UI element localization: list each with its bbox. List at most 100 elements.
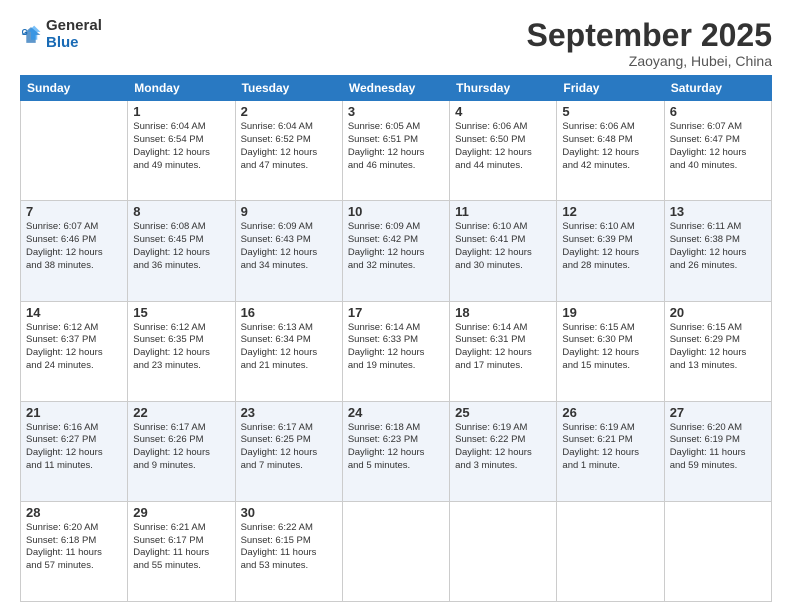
day-info: Sunrise: 6:04 AM Sunset: 6:52 PM Dayligh… (241, 121, 337, 172)
day-info: Sunrise: 6:14 AM Sunset: 6:31 PM Dayligh… (455, 322, 551, 373)
day-info: Sunrise: 6:19 AM Sunset: 6:22 PM Dayligh… (455, 422, 551, 473)
calendar-cell: 26 Sunrise: 6:19 AM Sunset: 6:21 PM Dayli… (557, 401, 664, 501)
day-info: Sunrise: 6:17 AM Sunset: 6:26 PM Dayligh… (133, 422, 229, 473)
calendar-cell: 19 Sunrise: 6:15 AM Sunset: 6:30 PM Dayli… (557, 301, 664, 401)
calendar-cell (557, 501, 664, 601)
day-number: 13 (670, 204, 766, 219)
day-number: 1 (133, 104, 229, 119)
day-number: 23 (241, 405, 337, 420)
day-number: 26 (562, 405, 658, 420)
weekday-header: Monday (128, 76, 235, 101)
day-info: Sunrise: 6:06 AM Sunset: 6:50 PM Dayligh… (455, 121, 551, 172)
day-info: Sunrise: 6:16 AM Sunset: 6:27 PM Dayligh… (26, 422, 122, 473)
day-info: Sunrise: 6:22 AM Sunset: 6:15 PM Dayligh… (241, 522, 337, 573)
weekday-header: Wednesday (342, 76, 449, 101)
day-info: Sunrise: 6:07 AM Sunset: 6:46 PM Dayligh… (26, 221, 122, 272)
day-info: Sunrise: 6:10 AM Sunset: 6:39 PM Dayligh… (562, 221, 658, 272)
calendar-cell: 28 Sunrise: 6:20 AM Sunset: 6:18 PM Dayli… (21, 501, 128, 601)
day-number: 10 (348, 204, 444, 219)
calendar-cell (342, 501, 449, 601)
calendar-cell: 1 Sunrise: 6:04 AM Sunset: 6:54 PM Daylig… (128, 101, 235, 201)
weekday-header: Tuesday (235, 76, 342, 101)
calendar-cell: 24 Sunrise: 6:18 AM Sunset: 6:23 PM Dayli… (342, 401, 449, 501)
day-info: Sunrise: 6:12 AM Sunset: 6:37 PM Dayligh… (26, 322, 122, 373)
day-info: Sunrise: 6:18 AM Sunset: 6:23 PM Dayligh… (348, 422, 444, 473)
day-info: Sunrise: 6:13 AM Sunset: 6:34 PM Dayligh… (241, 322, 337, 373)
day-number: 4 (455, 104, 551, 119)
calendar-cell: 18Sunrise: 6:14 AM Sunset: 6:31 PM Dayli… (450, 301, 557, 401)
weekday-header: Sunday (21, 76, 128, 101)
day-info: Sunrise: 6:09 AM Sunset: 6:42 PM Dayligh… (348, 221, 444, 272)
calendar-cell: 8 Sunrise: 6:08 AM Sunset: 6:45 PM Daylig… (128, 201, 235, 301)
calendar-cell: 11 Sunrise: 6:10 AM Sunset: 6:41 PM Dayli… (450, 201, 557, 301)
day-info: Sunrise: 6:12 AM Sunset: 6:35 PM Dayligh… (133, 322, 229, 373)
day-number: 20 (670, 305, 766, 320)
weekday-header: Thursday (450, 76, 557, 101)
day-info: Sunrise: 6:19 AM Sunset: 6:21 PM Dayligh… (562, 422, 658, 473)
title-block: September 2025 Zaoyang, Hubei, China (527, 18, 772, 69)
logo-line2: Blue (46, 35, 102, 52)
day-number: 2 (241, 104, 337, 119)
day-number: 3 (348, 104, 444, 119)
calendar-cell: 13 Sunrise: 6:11 AM Sunset: 6:38 PM Dayli… (664, 201, 771, 301)
day-info: Sunrise: 6:07 AM Sunset: 6:47 PM Dayligh… (670, 121, 766, 172)
calendar-cell: 6 Sunrise: 6:07 AM Sunset: 6:47 PM Daylig… (664, 101, 771, 201)
day-number: 8 (133, 204, 229, 219)
day-number: 11 (455, 204, 551, 219)
month-title: September 2025 (527, 18, 772, 53)
logo-icon: G (20, 24, 42, 46)
calendar-cell (21, 101, 128, 201)
calendar-cell: 10 Sunrise: 6:09 AM Sunset: 6:42 PM Dayli… (342, 201, 449, 301)
calendar-cell: 29 Sunrise: 6:21 AM Sunset: 6:17 PM Dayli… (128, 501, 235, 601)
calendar-cell: 22Sunrise: 6:17 AM Sunset: 6:26 PM Dayli… (128, 401, 235, 501)
day-info: Sunrise: 6:06 AM Sunset: 6:48 PM Dayligh… (562, 121, 658, 172)
weekday-header: Saturday (664, 76, 771, 101)
calendar-cell (664, 501, 771, 601)
calendar-cell: 23 Sunrise: 6:17 AM Sunset: 6:25 PM Dayli… (235, 401, 342, 501)
day-info: Sunrise: 6:11 AM Sunset: 6:38 PM Dayligh… (670, 221, 766, 272)
day-number: 30 (241, 505, 337, 520)
day-info: Sunrise: 6:04 AM Sunset: 6:54 PM Dayligh… (133, 121, 229, 172)
day-number: 6 (670, 104, 766, 119)
day-number: 28 (26, 505, 122, 520)
day-number: 29 (133, 505, 229, 520)
calendar-cell: 9 Sunrise: 6:09 AM Sunset: 6:43 PM Daylig… (235, 201, 342, 301)
day-number: 14 (26, 305, 122, 320)
calendar-table: SundayMondayTuesdayWednesdayThursdayFrid… (20, 75, 772, 602)
calendar-cell: 21 Sunrise: 6:16 AM Sunset: 6:27 PM Dayli… (21, 401, 128, 501)
location-subtitle: Zaoyang, Hubei, China (527, 53, 772, 69)
calendar-cell: 25Sunrise: 6:19 AM Sunset: 6:22 PM Dayli… (450, 401, 557, 501)
day-info: Sunrise: 6:14 AM Sunset: 6:33 PM Dayligh… (348, 322, 444, 373)
day-number: 7 (26, 204, 122, 219)
day-info: Sunrise: 6:05 AM Sunset: 6:51 PM Dayligh… (348, 121, 444, 172)
calendar-cell: 4 Sunrise: 6:06 AM Sunset: 6:50 PM Daylig… (450, 101, 557, 201)
logo: G General Blue (20, 18, 102, 51)
logo-line1: General (46, 18, 102, 35)
day-info: Sunrise: 6:20 AM Sunset: 6:18 PM Dayligh… (26, 522, 122, 573)
calendar-cell: 30 Sunrise: 6:22 AM Sunset: 6:15 PM Dayli… (235, 501, 342, 601)
calendar-cell: 12 Sunrise: 6:10 AM Sunset: 6:39 PM Dayli… (557, 201, 664, 301)
day-info: Sunrise: 6:09 AM Sunset: 6:43 PM Dayligh… (241, 221, 337, 272)
calendar-cell: 7 Sunrise: 6:07 AM Sunset: 6:46 PM Daylig… (21, 201, 128, 301)
day-number: 19 (562, 305, 658, 320)
calendar-cell (450, 501, 557, 601)
day-info: Sunrise: 6:21 AM Sunset: 6:17 PM Dayligh… (133, 522, 229, 573)
day-number: 27 (670, 405, 766, 420)
day-number: 16 (241, 305, 337, 320)
day-number: 24 (348, 405, 444, 420)
day-info: Sunrise: 6:10 AM Sunset: 6:41 PM Dayligh… (455, 221, 551, 272)
calendar-cell: 15Sunrise: 6:12 AM Sunset: 6:35 PM Dayli… (128, 301, 235, 401)
day-info: Sunrise: 6:17 AM Sunset: 6:25 PM Dayligh… (241, 422, 337, 473)
day-info: Sunrise: 6:20 AM Sunset: 6:19 PM Dayligh… (670, 422, 766, 473)
day-info: Sunrise: 6:15 AM Sunset: 6:29 PM Dayligh… (670, 322, 766, 373)
day-number: 12 (562, 204, 658, 219)
calendar-cell: 16 Sunrise: 6:13 AM Sunset: 6:34 PM Dayli… (235, 301, 342, 401)
day-number: 17 (348, 305, 444, 320)
day-number: 21 (26, 405, 122, 420)
day-info: Sunrise: 6:15 AM Sunset: 6:30 PM Dayligh… (562, 322, 658, 373)
day-info: Sunrise: 6:08 AM Sunset: 6:45 PM Dayligh… (133, 221, 229, 272)
day-number: 5 (562, 104, 658, 119)
calendar-cell: 27 Sunrise: 6:20 AM Sunset: 6:19 PM Dayli… (664, 401, 771, 501)
weekday-header: Friday (557, 76, 664, 101)
day-number: 9 (241, 204, 337, 219)
